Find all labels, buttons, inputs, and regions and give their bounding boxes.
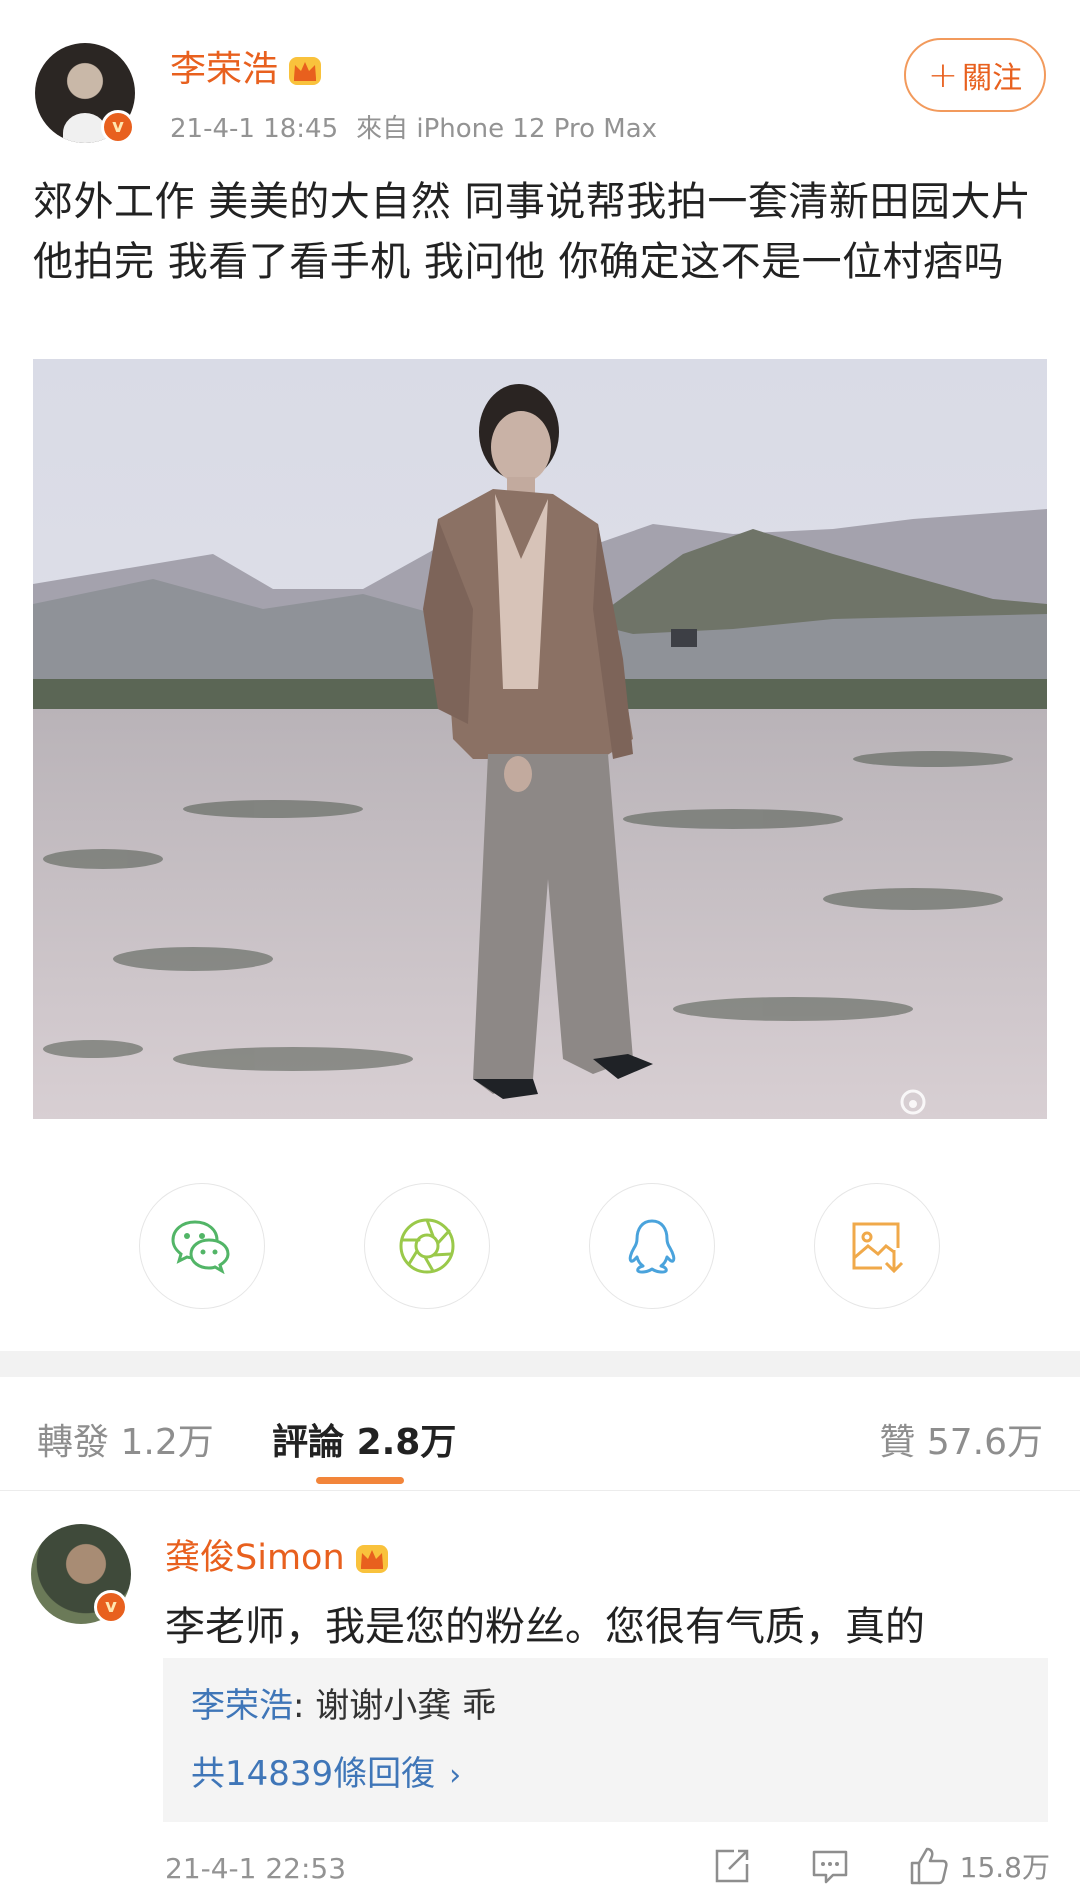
- share-icon: [715, 1849, 748, 1883]
- comment-reply-button[interactable]: [810, 1846, 850, 1886]
- comment-repost-button[interactable]: [712, 1846, 752, 1886]
- tab-like-label: 贊: [879, 1422, 916, 1463]
- comment-time: 21-4-1 22:53: [165, 1852, 347, 1885]
- wechat-icon: [171, 1220, 230, 1274]
- view-all-replies-link[interactable]: 共14839條回復 ›: [191, 1746, 461, 1795]
- section-divider: [0, 1351, 1080, 1377]
- reply-count-text: 共14839條回復: [191, 1754, 436, 1794]
- post-source: 來自 iPhone 12 Pro Max: [356, 114, 658, 144]
- post-meta: 21-4-1 18:45 來自 iPhone 12 Pro Max: [170, 108, 657, 145]
- comment-like-count: 15.8万: [959, 1851, 1050, 1884]
- tab-comment-label: 評論: [272, 1422, 345, 1463]
- moments-icon: [399, 1218, 455, 1274]
- post-header: v 李荣浩 21-4-1 18:45 來自 iPhone 12 Pro Max +…: [0, 0, 1080, 160]
- comment-text: 李老师，我是您的粉丝。您很有气质，真的: [165, 1604, 925, 1650]
- chevron-right-icon: ›: [449, 1758, 462, 1793]
- tab-repost[interactable]: 轉發 1.2万: [37, 1413, 214, 1465]
- post-text: 郊外工作 美美的大自然 同事说帮我拍一套清新田园大片 他拍完 我看了看手机 我问…: [33, 179, 1032, 285]
- post-photo[interactable]: [33, 359, 1047, 1119]
- comment-item: v 龚俊Simon 李老师，我是您的粉丝。您很有气质，真的 李荣浩: 谢谢小龚 …: [0, 1492, 1080, 1899]
- thumbs-up-icon: [910, 1847, 948, 1885]
- plus-icon: +: [927, 54, 959, 96]
- post-photo-image: [33, 359, 1047, 1119]
- author-name[interactable]: 李荣浩: [170, 48, 324, 92]
- tab-like-count: 57.6万: [926, 1422, 1043, 1463]
- tab-repost-count: 1.2万: [120, 1422, 214, 1463]
- reply-preview[interactable]: 李荣浩: 谢谢小龚 乖 共14839條回復 ›: [163, 1658, 1048, 1822]
- post-time: 21-4-1 18:45: [170, 114, 339, 144]
- tab-repost-label: 轉發: [37, 1422, 110, 1463]
- crown-icon: [289, 57, 322, 85]
- follow-label: 關注: [962, 61, 1023, 96]
- comment-like-button[interactable]: 15.8万: [908, 1845, 1050, 1887]
- share-wechat-button[interactable]: [139, 1183, 265, 1309]
- save-image-button[interactable]: [814, 1183, 940, 1309]
- share-row: [0, 1183, 1080, 1309]
- reply-text: : 谢谢小龚 乖: [293, 1686, 497, 1726]
- interaction-tabs: 轉發 1.2万 評論 2.8万 贊 57.6万: [0, 1377, 1080, 1491]
- verified-badge-icon: v: [94, 1590, 128, 1624]
- crown-icon: [355, 1545, 388, 1573]
- share-qq-button[interactable]: [589, 1183, 715, 1309]
- follow-button[interactable]: + 關注: [904, 38, 1046, 112]
- qq-icon: [628, 1219, 676, 1274]
- save-image-icon: [852, 1222, 904, 1274]
- tab-like[interactable]: 贊 57.6万: [879, 1413, 1043, 1465]
- share-moments-button[interactable]: [364, 1183, 490, 1309]
- tab-comment-count: 2.8万: [356, 1422, 457, 1463]
- verified-badge-icon: v: [101, 110, 135, 144]
- active-tab-indicator: [316, 1477, 404, 1484]
- comment-icon: [812, 1850, 847, 1884]
- reply-author[interactable]: 李荣浩: [191, 1686, 293, 1726]
- comment-actions: 15.8万: [654, 1844, 1050, 1888]
- reply-line: 李荣浩: 谢谢小龚 乖: [191, 1678, 496, 1727]
- author-name-text[interactable]: 李荣浩: [170, 49, 278, 90]
- tab-comment[interactable]: 評論 2.8万: [272, 1413, 456, 1465]
- commenter-name[interactable]: 龚俊Simon: [165, 1536, 391, 1580]
- commenter-name-text[interactable]: 龚俊Simon: [165, 1538, 345, 1578]
